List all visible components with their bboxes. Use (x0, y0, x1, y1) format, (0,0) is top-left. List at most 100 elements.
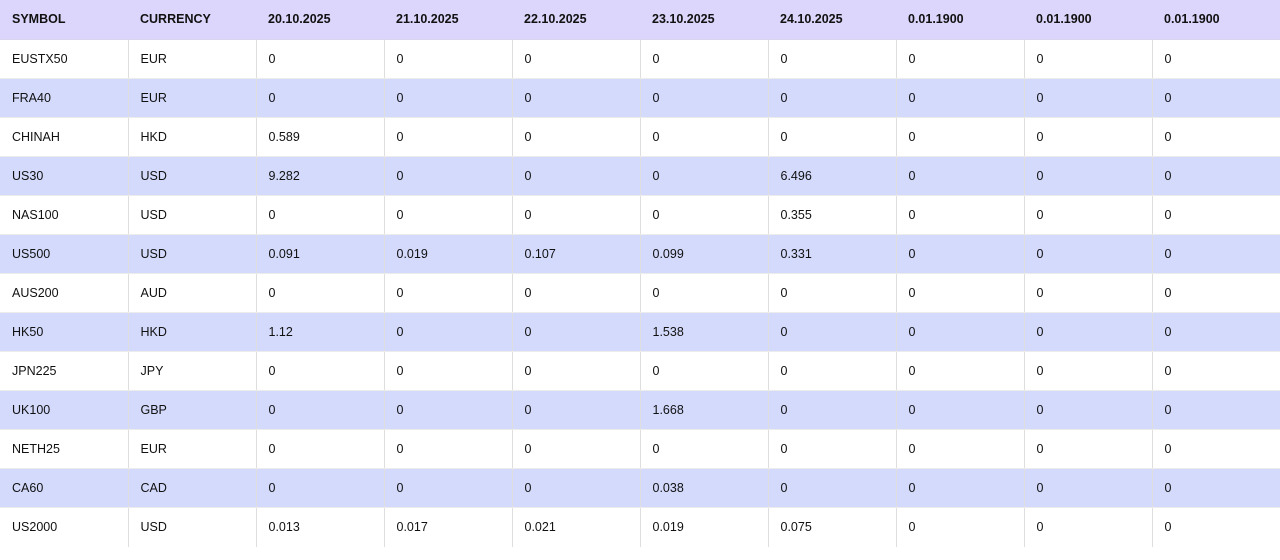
column-header-date[interactable]: 20.10.2025 (256, 0, 384, 40)
value-cell: 0.038 (640, 468, 769, 508)
value-cell: 0 (384, 390, 513, 430)
value-cell: 0.355 (768, 195, 897, 235)
value-cell: 0 (768, 351, 897, 391)
value-cell: 0.019 (384, 234, 513, 274)
table-row: CA60 CAD 0 0 0 0.038 0 0 0 0 (0, 468, 1280, 508)
value-cell: 0 (896, 429, 1025, 469)
column-header-date[interactable]: 21.10.2025 (384, 0, 512, 40)
table-row: JPN225 JPY 0 0 0 0 0 0 0 0 (0, 351, 1280, 391)
currency-cell: EUR (128, 429, 257, 469)
value-cell: 0 (512, 429, 641, 469)
value-cell: 0 (896, 507, 1025, 547)
value-cell: 0 (384, 429, 513, 469)
value-cell: 0 (768, 390, 897, 430)
table-header: SYMBOL CURRENCY 20.10.2025 21.10.2025 22… (0, 0, 1280, 40)
value-cell: 0 (640, 273, 769, 313)
value-cell: 0 (1152, 273, 1280, 313)
value-cell: 0 (1152, 156, 1280, 196)
value-cell: 6.496 (768, 156, 897, 196)
table-row: FRA40 EUR 0 0 0 0 0 0 0 0 (0, 78, 1280, 118)
value-cell: 0.107 (512, 234, 641, 274)
value-cell: 0 (512, 195, 641, 235)
table-body: EUSTX50 EUR 0 0 0 0 0 0 0 0 FRA40 EUR 0 0 0 0 0 0 0 0 CHINAH… (0, 39, 1280, 547)
value-cell: 9.282 (256, 156, 385, 196)
value-cell: 0 (896, 39, 1025, 79)
currency-cell: USD (128, 156, 257, 196)
value-cell: 0 (1024, 78, 1153, 118)
value-cell: 0 (384, 156, 513, 196)
symbol-cell: FRA40 (0, 78, 129, 118)
value-cell: 0 (768, 117, 897, 157)
value-cell: 0 (1152, 39, 1280, 79)
value-cell: 0 (896, 117, 1025, 157)
column-header-symbol[interactable]: SYMBOL (0, 0, 128, 40)
column-header-date[interactable]: 23.10.2025 (640, 0, 768, 40)
column-header-date[interactable]: 22.10.2025 (512, 0, 640, 40)
value-cell: 0 (384, 273, 513, 313)
symbol-cell: HK50 (0, 312, 129, 352)
column-header-date[interactable]: 0.01.1900 (1024, 0, 1152, 40)
value-cell: 0 (640, 429, 769, 469)
value-cell: 0 (512, 117, 641, 157)
value-cell: 0 (896, 468, 1025, 508)
value-cell: 0 (1152, 195, 1280, 235)
value-cell: 0 (384, 468, 513, 508)
value-cell: 0 (1152, 507, 1280, 547)
value-cell: 1.12 (256, 312, 385, 352)
column-header-date[interactable]: 24.10.2025 (768, 0, 896, 40)
value-cell: 0 (768, 312, 897, 352)
value-cell: 0 (896, 351, 1025, 391)
value-cell: 0 (1024, 39, 1153, 79)
symbol-cell: CA60 (0, 468, 129, 508)
value-cell: 0 (640, 117, 769, 157)
value-cell: 0.013 (256, 507, 385, 547)
symbol-cell: US500 (0, 234, 129, 274)
currency-cell: EUR (128, 39, 257, 79)
value-cell: 0 (512, 312, 641, 352)
value-cell: 0 (640, 156, 769, 196)
value-cell: 0.021 (512, 507, 641, 547)
value-cell: 0 (896, 234, 1025, 274)
value-cell: 0 (1152, 390, 1280, 430)
symbol-cell: JPN225 (0, 351, 129, 391)
currency-cell: JPY (128, 351, 257, 391)
value-cell: 0 (256, 39, 385, 79)
value-cell: 0.017 (384, 507, 513, 547)
value-cell: 0 (512, 468, 641, 508)
value-cell: 0 (384, 351, 513, 391)
value-cell: 0 (512, 156, 641, 196)
table-row: UK100 GBP 0 0 0 1.668 0 0 0 0 (0, 390, 1280, 430)
value-cell: 0 (896, 78, 1025, 118)
value-cell: 0 (1152, 117, 1280, 157)
value-cell: 0 (256, 78, 385, 118)
value-cell: 0 (512, 273, 641, 313)
value-cell: 0 (640, 78, 769, 118)
table-row: US2000 USD 0.013 0.017 0.021 0.019 0.075 0 0 0 (0, 507, 1280, 547)
symbol-cell: NETH25 (0, 429, 129, 469)
value-cell: 0 (1152, 234, 1280, 274)
value-cell: 0.099 (640, 234, 769, 274)
value-cell: 0 (768, 273, 897, 313)
symbol-cell: UK100 (0, 390, 129, 430)
header-row: SYMBOL CURRENCY 20.10.2025 21.10.2025 22… (0, 0, 1280, 40)
value-cell: 0 (256, 273, 385, 313)
value-cell: 0 (768, 429, 897, 469)
currency-cell: HKD (128, 117, 257, 157)
table-row: HK50 HKD 1.12 0 0 1.538 0 0 0 0 (0, 312, 1280, 352)
column-header-currency[interactable]: CURRENCY (128, 0, 256, 40)
value-cell: 0 (512, 39, 641, 79)
value-cell: 0.075 (768, 507, 897, 547)
value-cell: 1.538 (640, 312, 769, 352)
value-cell: 0 (896, 390, 1025, 430)
symbol-cell: EUSTX50 (0, 39, 129, 79)
value-cell: 0 (512, 390, 641, 430)
value-cell: 0 (384, 195, 513, 235)
value-cell: 0 (256, 195, 385, 235)
value-cell: 0 (1024, 507, 1153, 547)
value-cell: 0 (1024, 156, 1153, 196)
value-cell: 0 (768, 468, 897, 508)
value-cell: 0 (1024, 351, 1153, 391)
value-cell: 0 (256, 468, 385, 508)
column-header-date[interactable]: 0.01.1900 (1152, 0, 1280, 40)
column-header-date[interactable]: 0.01.1900 (896, 0, 1024, 40)
